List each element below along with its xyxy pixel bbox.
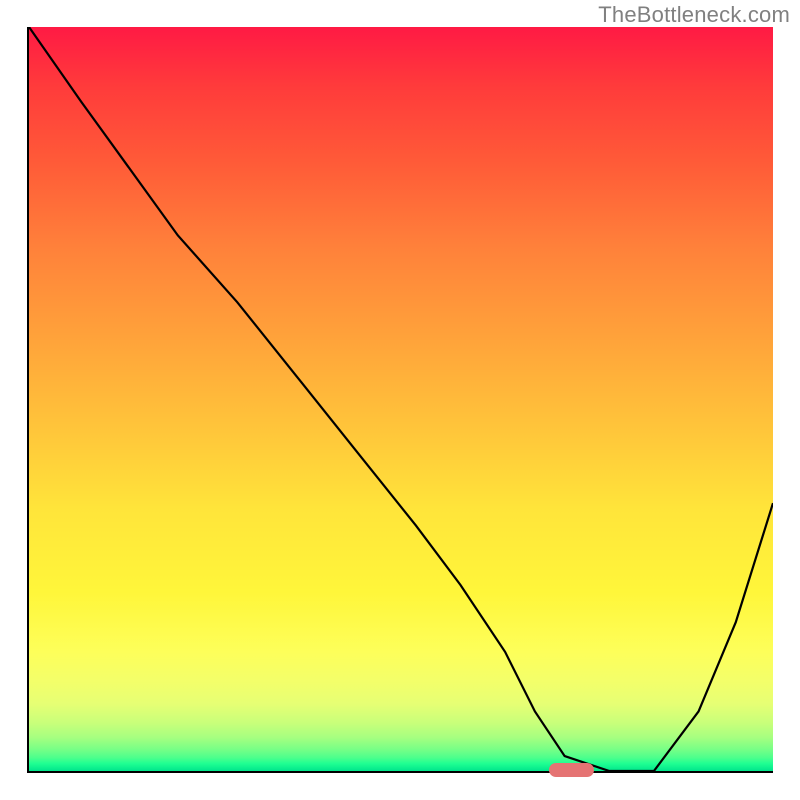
chart-container: TheBottleneck.com bbox=[0, 0, 800, 800]
watermark-text: TheBottleneck.com bbox=[598, 2, 790, 28]
optimal-marker bbox=[549, 763, 594, 777]
plot-area bbox=[27, 27, 773, 773]
bottleneck-curve bbox=[29, 27, 773, 771]
